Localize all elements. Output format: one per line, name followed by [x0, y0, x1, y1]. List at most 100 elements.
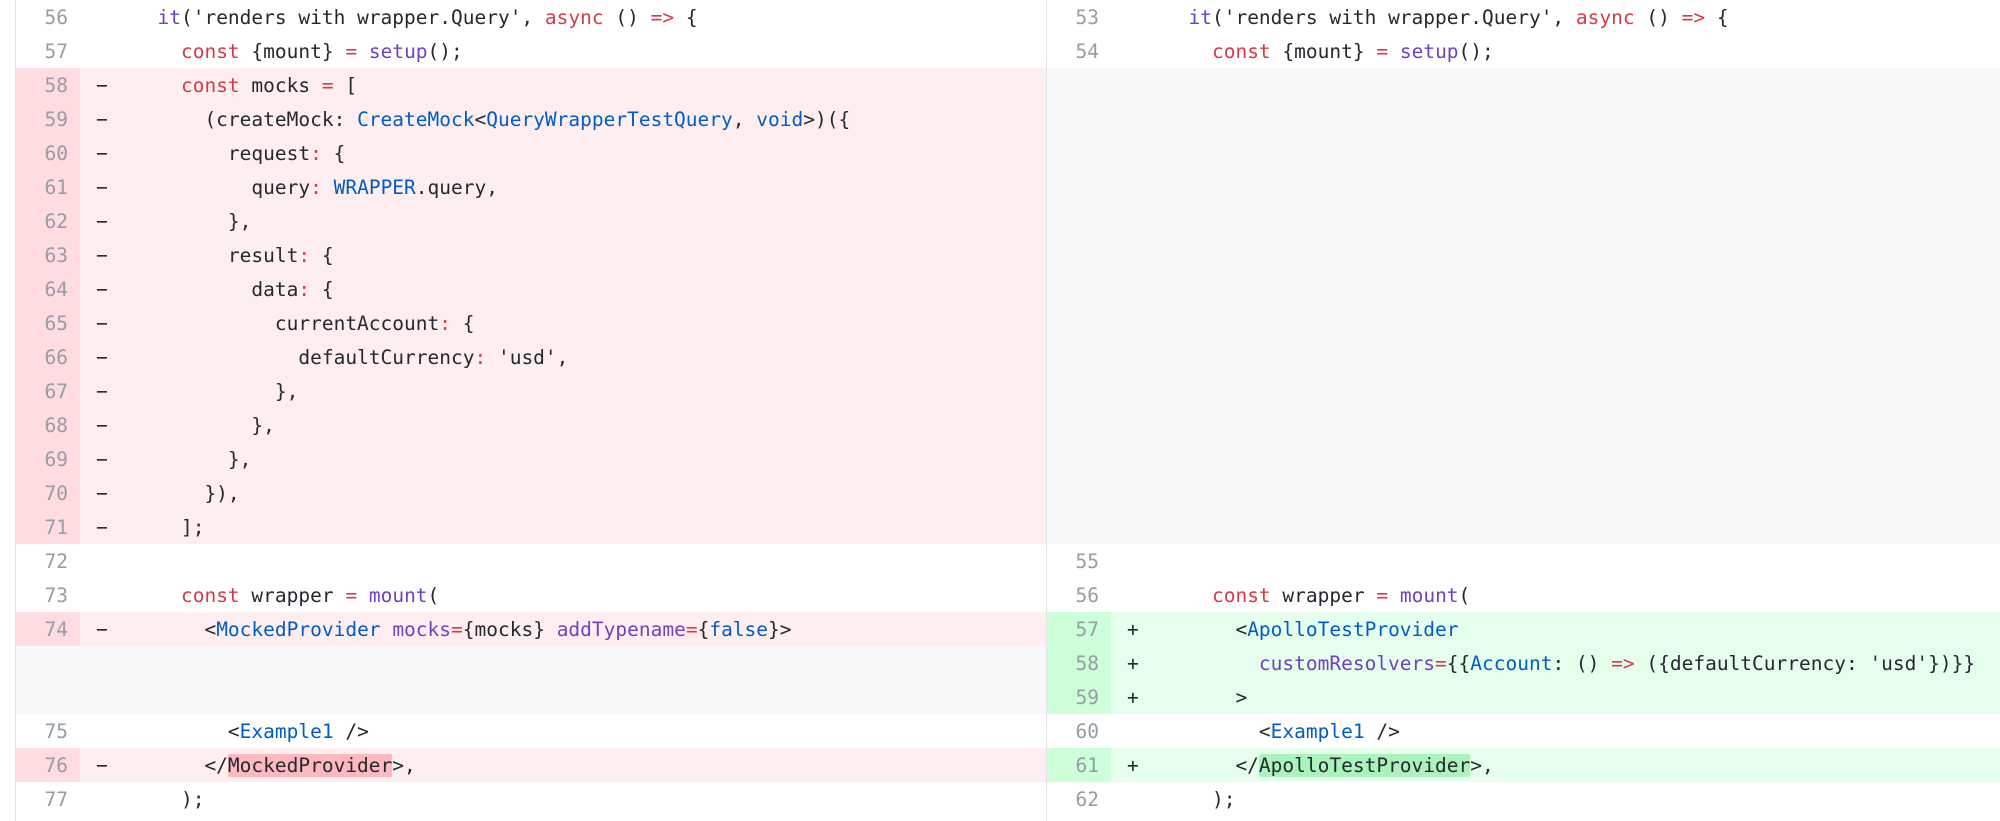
diff-marker: +: [1127, 753, 1139, 777]
code-token: ();: [1458, 39, 1494, 63]
code-token: >: [1165, 685, 1248, 709]
diff-filler-row: [1047, 170, 2000, 204]
code-token: CreateMock: [357, 107, 475, 131]
line-number[interactable]: 60: [16, 136, 80, 170]
code-token: {: [674, 5, 698, 29]
code-token: it: [157, 5, 181, 29]
line-number[interactable]: 58: [1047, 646, 1111, 680]
line-number[interactable]: 53: [1047, 0, 1111, 34]
code-token: :: [310, 175, 322, 199]
line-number[interactable]: 77: [16, 782, 80, 816]
diff-filler-row: [1047, 204, 2000, 238]
diff-marker: −: [96, 481, 108, 505]
deleted-line: 58− const mocks = [: [16, 68, 1046, 102]
code-token: ({defaultCurrency: 'usd'})}}: [1634, 651, 1976, 675]
code-token: : (): [1552, 651, 1612, 675]
code-text: const {mount} = setup();: [118, 40, 1046, 63]
line-number[interactable]: 64: [16, 272, 80, 306]
code-token: wrapper: [1270, 583, 1377, 607]
code-text: },: [118, 210, 1046, 233]
code-text: currentAccount: {: [118, 312, 1046, 335]
line-number[interactable]: 57: [1047, 612, 1111, 646]
code-token: (: [427, 583, 440, 607]
line-number[interactable]: 57: [16, 34, 80, 68]
line-number[interactable]: 67: [16, 374, 80, 408]
code-text: request: {: [118, 142, 1046, 165]
line-number[interactable]: 71: [16, 510, 80, 544]
code-token: =: [1435, 651, 1447, 675]
context-line: 62 );: [1047, 782, 2000, 816]
code-token: =: [685, 617, 698, 641]
line-number[interactable]: 61: [1047, 748, 1111, 782]
code-text: </ApolloTestProvider>,: [1149, 753, 2000, 777]
code-token: (createMock:: [134, 107, 358, 131]
code-token: </: [134, 753, 228, 777]
added-line: 59 + >: [1047, 680, 2000, 714]
code-text: data: {: [118, 278, 1046, 301]
line-number[interactable]: 75: [16, 714, 80, 748]
code-token: ();: [427, 39, 463, 63]
line-number[interactable]: 59: [1047, 680, 1111, 714]
line-number[interactable]: 68: [16, 408, 80, 442]
line-number: [1047, 476, 1111, 510]
code-token: async: [544, 5, 604, 29]
line-number[interactable]: 58: [16, 68, 80, 102]
line-number[interactable]: 54: [1047, 34, 1111, 68]
code-token: [: [333, 73, 358, 97]
deleted-line: 63− result: {: [16, 238, 1046, 272]
code-token: =: [345, 583, 358, 607]
deleted-line: 67− },: [16, 374, 1046, 408]
code-text: it('renders with wrapper.Query', async (…: [1149, 6, 2000, 29]
code-token: mocks: [239, 73, 322, 97]
line-number[interactable]: 70: [16, 476, 80, 510]
code-token: );: [1165, 787, 1236, 811]
line-number: [1047, 238, 1111, 272]
diff-marker: +: [1127, 651, 1139, 675]
diff-filler-row: [1047, 102, 2000, 136]
line-number[interactable]: 56: [16, 0, 80, 34]
code-token: :: [474, 345, 487, 369]
code-text: defaultCurrency: 'usd',: [118, 346, 1046, 369]
diff-filler-row: [1047, 340, 2000, 374]
code-token: </: [1165, 753, 1259, 777]
code-token: ApolloTestProvider: [1247, 617, 1459, 641]
line-number: [1047, 170, 1111, 204]
line-number[interactable]: 59: [16, 102, 80, 136]
diff-marker: −: [96, 107, 108, 131]
code-text: );: [1149, 788, 2000, 811]
diff-marker: −: [96, 243, 108, 267]
line-number[interactable]: 74: [16, 612, 80, 646]
context-line: 56 it('renders with wrapper.Query', asyn…: [16, 0, 1046, 34]
line-number[interactable]: 55: [1047, 544, 1111, 578]
code-text: it('renders with wrapper.Query', async (…: [118, 6, 1046, 29]
line-number[interactable]: 56: [1047, 578, 1111, 612]
line-number[interactable]: 60: [1047, 714, 1111, 748]
code-text: <MockedProvider mocks={mocks} addTypenam…: [118, 618, 1046, 641]
code-token: currentAccount: [134, 311, 440, 335]
line-number[interactable]: 63: [16, 238, 80, 272]
line-number[interactable]: 66: [16, 340, 80, 374]
diff-marker: −: [96, 379, 108, 403]
code-token: );: [134, 787, 205, 811]
code-token: {: [451, 311, 475, 335]
line-number[interactable]: 76: [16, 748, 80, 782]
line-number[interactable]: 62: [16, 204, 80, 238]
line-number[interactable]: 65: [16, 306, 80, 340]
line-number[interactable]: 73: [16, 578, 80, 612]
line-number[interactable]: 61: [16, 170, 80, 204]
line-number[interactable]: 62: [1047, 782, 1111, 816]
diff-pane-old: 56 it('renders with wrapper.Query', asyn…: [15, 0, 1046, 821]
added-line: 61 + </ApolloTestProvider>,: [1047, 748, 2000, 782]
deleted-line: 65− currentAccount: {: [16, 306, 1046, 340]
line-number[interactable]: 72: [16, 544, 80, 578]
code-token: {: [1705, 5, 1729, 29]
line-number[interactable]: 69: [16, 442, 80, 476]
diff-filler-row: [16, 680, 1046, 714]
